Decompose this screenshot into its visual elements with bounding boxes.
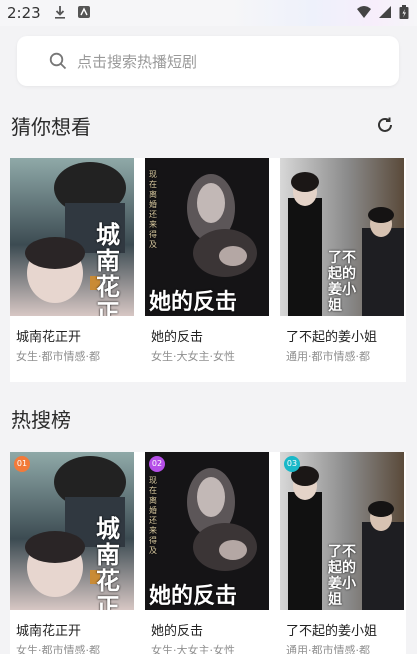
- drama-tags: 女生·都市情感·都: [16, 350, 100, 363]
- drama-tags: 通用·都市情感·都: [286, 644, 370, 654]
- cover-title: 城南花正开: [96, 514, 120, 611]
- status-bar: 2:23: [0, 0, 417, 26]
- drama-title[interactable]: 她的反击: [151, 326, 269, 345]
- search-icon: [49, 52, 67, 70]
- drama-tags: 女生·大女主·女性: [151, 350, 235, 363]
- drama-cover[interactable]: 了不起的姜小姐: [280, 158, 404, 316]
- battery-icon: [399, 5, 409, 19]
- cover-subtitle: 现在离婚还来得及: [149, 476, 157, 555]
- cover-title: 了不起的姜小姐: [328, 544, 356, 608]
- wifi-icon: [357, 6, 371, 18]
- section-title-guess: 猜你想看: [11, 115, 91, 139]
- drama-cover[interactable]: 城南花正开 01: [10, 452, 134, 610]
- app-notification-icon: [78, 6, 90, 18]
- rank-badge: 03: [284, 456, 300, 472]
- drama-title[interactable]: 她的反击: [151, 620, 269, 639]
- section-title-hot: 热搜榜: [11, 408, 71, 432]
- drama-title[interactable]: 城南花正开: [16, 326, 134, 345]
- signal-icon: [379, 6, 391, 18]
- drama-tags: 女生·大女主·女性: [151, 644, 235, 654]
- drama-title[interactable]: 了不起的姜小姐: [286, 620, 404, 639]
- drama-tags: 女生·都市情感·都: [16, 644, 100, 654]
- drama-title[interactable]: 城南花正开: [16, 620, 134, 639]
- drama-cover[interactable]: 城南花正开: [10, 158, 134, 316]
- cover-subtitle: 现在离婚还来得及: [149, 170, 157, 249]
- search-input[interactable]: 点击搜索热播短剧: [17, 36, 399, 86]
- drama-title[interactable]: 了不起的姜小姐: [286, 326, 404, 345]
- rank-badge: 01: [14, 456, 30, 472]
- search-bar[interactable]: 点击搜索热播短剧: [17, 36, 399, 86]
- status-time: 2:23: [7, 4, 41, 22]
- search-placeholder: 点击搜索热播短剧: [77, 52, 198, 71]
- rank-badge: 02: [149, 456, 165, 472]
- download-icon: [55, 6, 65, 19]
- drama-cover[interactable]: 现在离婚还来得及 她的反击 02: [145, 452, 269, 610]
- drama-tags: 通用·都市情感·都: [286, 350, 370, 363]
- cover-title: 城南花正开: [96, 220, 120, 317]
- cover-title: 了不起的姜小姐: [328, 250, 356, 314]
- drama-cover[interactable]: 现在离婚还来得及 她的反击: [145, 158, 269, 316]
- refresh-icon[interactable]: [374, 114, 396, 136]
- drama-cover[interactable]: 了不起的姜小姐 03: [280, 452, 404, 610]
- cover-title: 她的反击: [149, 289, 238, 315]
- cover-title: 她的反击: [149, 583, 238, 609]
